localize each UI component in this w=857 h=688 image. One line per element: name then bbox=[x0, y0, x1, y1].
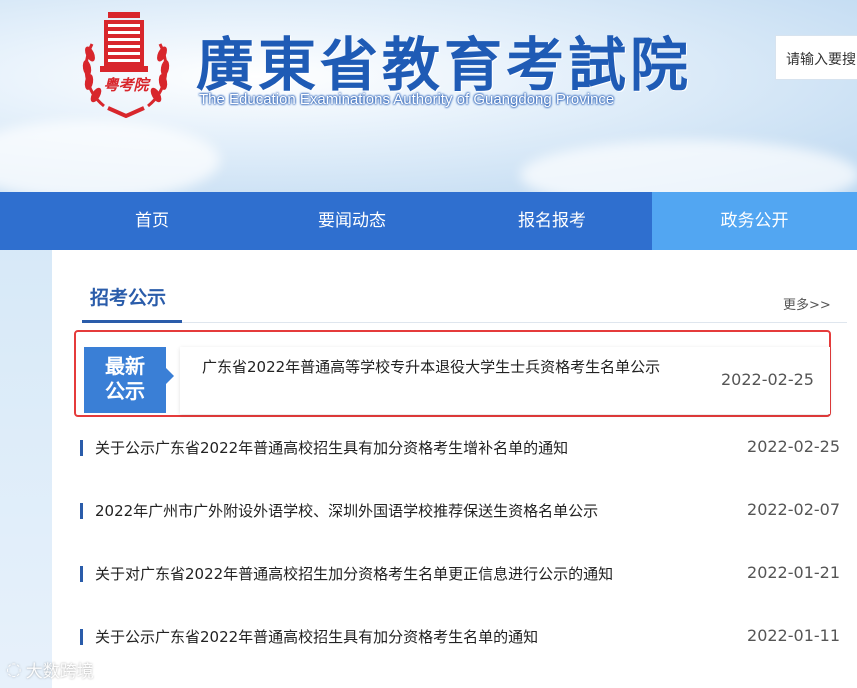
list-bullet-icon bbox=[80, 440, 83, 456]
badge-arrow-icon bbox=[166, 368, 174, 384]
logo-emblem-icon bbox=[82, 12, 170, 119]
watermark: ◌ 大数跨境 bbox=[6, 657, 94, 682]
content-panel: 招考公示 更多>> 最新 公示 广东省2022年普通高等学校专升本退役大学生士兵… bbox=[52, 250, 857, 688]
nav-item-home[interactable]: 首页 bbox=[0, 192, 252, 250]
news-title-link[interactable]: 2022年广州市广外附设外语学校、深圳外国语学校推荐保送生资格名单公示 bbox=[95, 500, 598, 521]
featured-notice[interactable]: 最新 公示 广东省2022年普通高等学校专升本退役大学生士兵资格考生名单公示 2… bbox=[74, 330, 831, 417]
badge-line-2: 公示 bbox=[105, 379, 145, 403]
news-title-link[interactable]: 关于公示广东省2022年普通高校招生具有加分资格考生增补名单的通知 bbox=[95, 437, 568, 458]
site-title-chinese: 廣東省教育考試院 bbox=[196, 31, 693, 99]
site-logo[interactable]: 粤考院 bbox=[78, 10, 174, 119]
main-nav: 首页 要闻动态 报名报考 政务公开 bbox=[0, 192, 857, 250]
list-item[interactable]: 关于公示广东省2022年普通高校招生具有加分资格考生名单的通知 2022-01-… bbox=[80, 626, 840, 648]
latest-notice-badge: 最新 公示 bbox=[84, 347, 166, 413]
nav-item-news[interactable]: 要闻动态 bbox=[252, 192, 452, 250]
section-title-underline bbox=[82, 320, 182, 323]
logo-text: 粤考院 bbox=[103, 76, 149, 94]
featured-title-link[interactable]: 广东省2022年普通高等学校专升本退役大学生士兵资格考生名单公示 bbox=[202, 357, 672, 377]
news-date: 2022-02-07 bbox=[747, 500, 840, 519]
list-bullet-icon bbox=[80, 629, 83, 645]
list-bullet-icon bbox=[80, 503, 83, 519]
watermark-text: 大数跨境 bbox=[25, 662, 94, 682]
news-title-link[interactable]: 关于对广东省2022年普通高校招生加分资格考生名单更正信息进行公示的通知 bbox=[95, 563, 613, 584]
site-header: 粤考院 廣東省教育考試院 The Education Examinations … bbox=[0, 0, 857, 210]
list-item[interactable]: 关于对广东省2022年普通高校招生加分资格考生名单更正信息进行公示的通知 202… bbox=[80, 563, 840, 585]
section-title[interactable]: 招考公示 bbox=[90, 283, 166, 310]
featured-date: 2022-02-25 bbox=[721, 370, 814, 389]
featured-card[interactable]: 广东省2022年普通高等学校专升本退役大学生士兵资格考生名单公示 2022-02… bbox=[180, 347, 830, 414]
cloud-decoration bbox=[0, 120, 220, 200]
site-title-english: The Education Examinations Authority of … bbox=[199, 91, 615, 108]
news-date: 2022-01-21 bbox=[747, 563, 840, 582]
list-item[interactable]: 关于公示广东省2022年普通高校招生具有加分资格考生增补名单的通知 2022-0… bbox=[80, 437, 840, 459]
news-date: 2022-02-25 bbox=[747, 437, 840, 456]
list-item[interactable]: 2022年广州市广外附设外语学校、深圳外国语学校推荐保送生资格名单公示 2022… bbox=[80, 500, 840, 522]
news-title-link[interactable]: 关于公示广东省2022年普通高校招生具有加分资格考生名单的通知 bbox=[95, 626, 538, 647]
watermark-logo-icon: ◌ bbox=[6, 659, 22, 680]
badge-line-1: 最新 bbox=[105, 354, 145, 378]
section-divider bbox=[82, 322, 847, 323]
nav-item-registration[interactable]: 报名报考 bbox=[452, 192, 652, 250]
more-link[interactable]: 更多>> bbox=[783, 294, 831, 313]
list-bullet-icon bbox=[80, 566, 83, 582]
news-date: 2022-01-11 bbox=[747, 626, 840, 645]
search-input[interactable]: 请输入要搜 bbox=[775, 35, 857, 80]
nav-item-government-affairs[interactable]: 政务公开 bbox=[652, 192, 857, 250]
